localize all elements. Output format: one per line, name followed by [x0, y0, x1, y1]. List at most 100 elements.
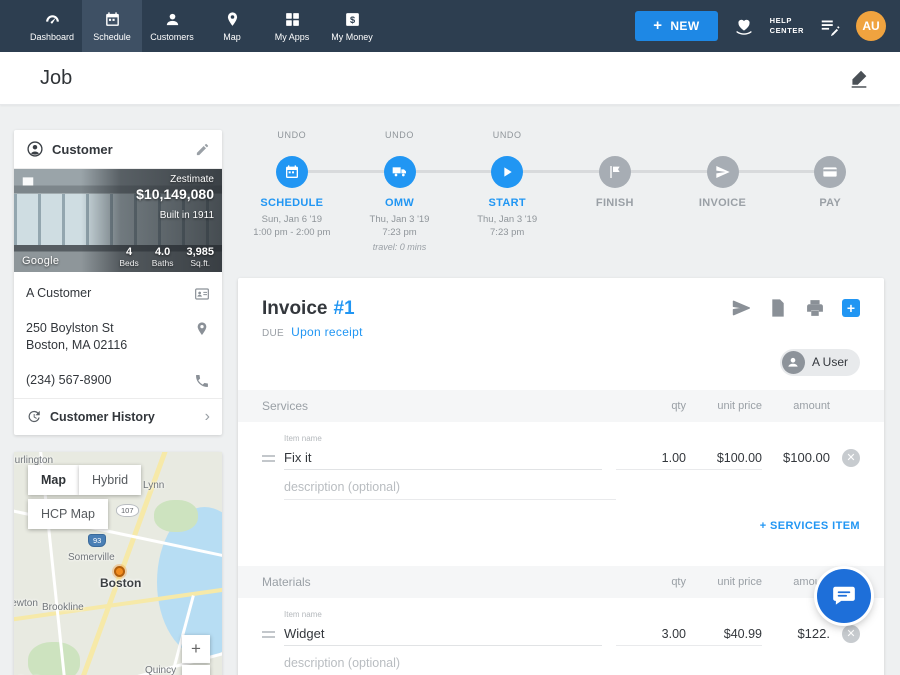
- nav-customers[interactable]: Customers: [142, 0, 202, 52]
- chat-fab-button[interactable]: [817, 569, 871, 623]
- address-line2: Boston, MA 02116: [26, 337, 194, 354]
- map-type-map-button[interactable]: Map: [28, 465, 79, 495]
- undo-omw-button[interactable]: UNDO: [385, 130, 414, 156]
- built-in-label: Built in 1911: [89, 210, 214, 221]
- park-area: [154, 500, 198, 532]
- left-sidebar: Customer Zestimate $10,149,080 Built in …: [14, 130, 222, 675]
- send-invoice-icon[interactable]: [731, 298, 751, 318]
- material-unit-price-input[interactable]: [686, 625, 762, 646]
- drag-handle-icon[interactable]: [262, 631, 284, 646]
- service-description-row: [238, 470, 884, 500]
- invoice-header: Invoice #1 DUE Upon receipt PDF +: [238, 278, 884, 339]
- due-terms-link[interactable]: Upon receipt: [291, 325, 363, 339]
- customers-icon: [164, 11, 181, 28]
- map-type-hybrid-button[interactable]: Hybrid: [79, 465, 141, 495]
- photo-icon[interactable]: [21, 175, 35, 194]
- step-label: SCHEDULE: [260, 197, 323, 209]
- material-qty-input[interactable]: [616, 625, 686, 646]
- location-pin-icon: [194, 320, 210, 337]
- page-title: Job: [40, 67, 72, 90]
- help-center-line2: CENTER: [770, 26, 804, 37]
- undo-start-button[interactable]: UNDO: [493, 130, 522, 156]
- edit-pencil-icon[interactable]: [195, 142, 210, 157]
- invoice-number[interactable]: #1: [333, 298, 354, 320]
- map-widget: Burlington Lynn 107 93 Somerville Boston…: [14, 452, 222, 675]
- customer-history-row[interactable]: Customer History ›: [14, 398, 222, 435]
- amount-column-header: amount: [762, 400, 830, 412]
- timeline-step-invoice: INVOICE: [669, 130, 777, 252]
- service-description-input[interactable]: [284, 478, 616, 500]
- heart-hands-icon[interactable]: [733, 15, 755, 37]
- customer-card: Customer Zestimate $10,149,080 Built in …: [14, 130, 222, 435]
- history-icon: [26, 409, 41, 424]
- materials-header-strip: Materials qty unit price amount: [238, 566, 884, 598]
- add-service-item-link[interactable]: + SERVICES ITEM: [760, 520, 860, 532]
- material-description-input[interactable]: [284, 654, 616, 675]
- service-unit-price-input[interactable]: [686, 449, 762, 470]
- map-label-brookline: Brookline: [42, 602, 84, 613]
- chevron-right-icon: ›: [205, 409, 210, 425]
- add-service-row: + SERVICES ITEM: [238, 500, 884, 552]
- person-circle-icon: [26, 140, 44, 158]
- material-item-name-input[interactable]: [284, 624, 602, 646]
- omw-truck-icon[interactable]: [384, 156, 416, 188]
- zoom-out-button[interactable]: −: [182, 665, 210, 675]
- map-label-lynn: Lynn: [143, 480, 164, 491]
- sqft-label: Sq.ft.: [186, 258, 214, 268]
- main-panel: UNDO SCHEDULE Sun, Jan 6 '19 1:00 pm - 2…: [238, 130, 884, 675]
- service-amount: $100.00: [762, 450, 830, 470]
- route-107-shield: 107: [116, 504, 139, 517]
- edit-list-icon[interactable]: [819, 15, 841, 37]
- undo-schedule-button[interactable]: UNDO: [277, 130, 306, 156]
- nav-map[interactable]: Map: [202, 0, 262, 52]
- assigned-user-pill[interactable]: A User: [780, 349, 860, 376]
- customer-history-label: Customer History: [50, 410, 196, 424]
- new-button[interactable]: + NEW: [635, 11, 717, 41]
- dashboard-icon: [44, 11, 61, 28]
- item-name-field-label: Item name: [284, 610, 602, 619]
- remove-service-item-button[interactable]: ✕: [842, 449, 860, 467]
- map-zoom-control: + −: [182, 635, 210, 675]
- print-icon[interactable]: [805, 298, 825, 318]
- address-line1: 250 Boylston St: [26, 320, 194, 337]
- nav-schedule[interactable]: Schedule: [82, 0, 142, 52]
- schedule-step-icon[interactable]: [276, 156, 308, 188]
- apps-grid-icon: [284, 11, 301, 28]
- material-item-row: Item name $122. ✕: [238, 598, 884, 646]
- park-area: [28, 642, 80, 675]
- map-label-boston: Boston: [100, 576, 141, 590]
- schedule-icon: [104, 11, 121, 28]
- remove-material-item-button[interactable]: ✕: [842, 625, 860, 643]
- start-play-icon[interactable]: [491, 156, 523, 188]
- customer-name: A Customer: [26, 285, 194, 302]
- title-bar: Job: [0, 52, 900, 105]
- top-nav: Dashboard Schedule Customers Map My Apps…: [0, 0, 900, 52]
- service-qty-input[interactable]: [616, 449, 686, 470]
- unit-price-column-header: unit price: [686, 576, 762, 588]
- signature-icon[interactable]: [848, 67, 870, 89]
- step-time: 7:23 pm: [490, 226, 524, 239]
- pdf-icon[interactable]: PDF: [768, 298, 788, 318]
- pay-card-icon[interactable]: [814, 156, 846, 188]
- drag-handle-icon[interactable]: [262, 455, 284, 470]
- finish-flag-icon[interactable]: [599, 156, 631, 188]
- add-invoice-button[interactable]: +: [842, 299, 860, 317]
- material-description-row: [238, 646, 884, 675]
- map-canvas[interactable]: Burlington Lynn 107 93 Somerville Boston…: [14, 452, 222, 675]
- new-button-label: NEW: [670, 19, 699, 33]
- sqft-value: 3,985: [186, 246, 214, 258]
- map-type-hcp-button[interactable]: HCP Map: [28, 499, 108, 529]
- nav-my-apps[interactable]: My Apps: [262, 0, 322, 52]
- invoice-send-icon[interactable]: [707, 156, 739, 188]
- user-avatar[interactable]: AU: [856, 11, 886, 41]
- assigned-user-name: A User: [812, 355, 848, 369]
- help-center-link[interactable]: HELP CENTER: [770, 16, 804, 37]
- user-avatar-icon: [782, 351, 805, 374]
- service-item-name-input[interactable]: [284, 448, 602, 470]
- unit-price-column-header: unit price: [686, 400, 762, 412]
- nav-dashboard[interactable]: Dashboard: [22, 0, 82, 52]
- step-label: START: [489, 197, 526, 209]
- zoom-in-button[interactable]: +: [182, 635, 210, 663]
- material-amount: $122.: [762, 626, 830, 646]
- nav-my-money[interactable]: $ My Money: [322, 0, 382, 52]
